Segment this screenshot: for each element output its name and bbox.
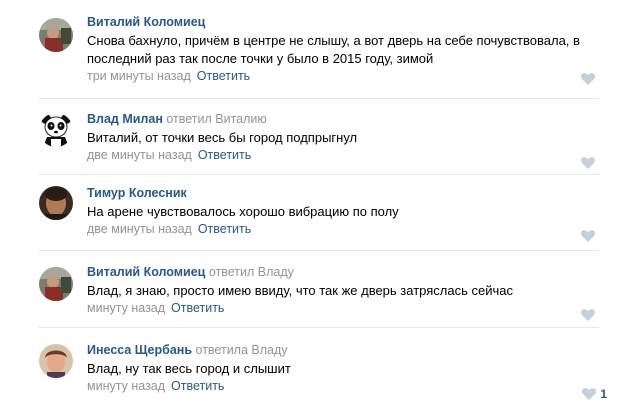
comment-item: Виталий Коломиец Снова бахнуло, причём в… — [39, 0, 599, 99]
comment-header: Виталий Коломиец — [87, 14, 587, 31]
comment-timestamp[interactable]: две минуты назад — [87, 148, 192, 162]
reply-link[interactable]: Ответить — [198, 222, 251, 236]
comment-text: Снова бахнуло, причём в центре не слышу,… — [87, 33, 580, 66]
heart-icon — [581, 230, 595, 242]
comment-text: Влад, я знаю, просто имею ввиду, что так… — [87, 283, 513, 298]
like-button[interactable] — [581, 157, 599, 169]
reply-to-label[interactable]: ответил Владу — [209, 265, 294, 279]
avatar[interactable] — [39, 186, 73, 220]
reply-link[interactable]: Ответить — [197, 69, 250, 83]
author-name[interactable]: Тимур Колесник — [87, 186, 187, 200]
author-name[interactable]: Виталий Коломиец — [87, 15, 205, 29]
comment-timestamp[interactable]: три минуты назад — [87, 69, 191, 83]
avatar[interactable] — [39, 344, 73, 378]
comment-header: Инесса Щербань ответила Владу — [87, 342, 587, 359]
author-name[interactable]: Виталий Коломиец — [87, 265, 205, 279]
avatar[interactable] — [39, 267, 73, 301]
avatar[interactable] — [39, 113, 73, 147]
comment-text: На арене чувствовалось хорошо вибрацию п… — [87, 204, 399, 219]
reply-link[interactable]: Ответить — [171, 379, 224, 393]
heart-icon — [581, 157, 595, 169]
like-count: 1 — [600, 387, 607, 401]
author-name[interactable]: Влад Милан — [87, 112, 163, 126]
author-name[interactable]: Инесса Щербань — [87, 343, 192, 357]
reply-link[interactable]: Ответить — [198, 148, 251, 162]
like-button[interactable] — [581, 230, 599, 242]
comment-header: Виталий Коломиец ответил Владу — [87, 264, 587, 281]
like-button[interactable]: 1 — [582, 387, 607, 401]
comment-thread: Виталий Коломиец Снова бахнуло, причём в… — [0, 0, 640, 415]
comment-item: Инесса Щербань ответила Владу Влад, ну т… — [39, 328, 607, 408]
comment-meta: минуту назад Ответить — [87, 300, 587, 317]
reply-to-label[interactable]: ответил Виталию — [166, 112, 266, 126]
avatar[interactable] — [39, 18, 73, 52]
like-button[interactable] — [581, 309, 599, 321]
reply-to-label[interactable]: ответила Владу — [196, 343, 288, 357]
comment-item: Влад Милан ответил Виталию Виталий, от т… — [39, 99, 599, 175]
comment-meta: две минуты назад Ответить — [87, 221, 587, 238]
heart-icon — [582, 388, 597, 400]
comment-header: Влад Милан ответил Виталию — [87, 111, 587, 128]
reply-link[interactable]: Ответить — [171, 301, 224, 315]
comment-timestamp[interactable]: минуту назад — [87, 301, 165, 315]
comment-timestamp[interactable]: две минуты назад — [87, 222, 192, 236]
comment-item: Виталий Коломиец ответил Владу Влад, я з… — [39, 251, 599, 328]
heart-icon — [581, 309, 595, 321]
like-button[interactable] — [581, 73, 599, 85]
comment-meta: минуту назад Ответить — [87, 378, 587, 395]
comment-timestamp[interactable]: минуту назад — [87, 379, 165, 393]
comment-item: Тимур Колесник На арене чувствовалось хо… — [39, 175, 599, 251]
comment-meta: три минуты назад Ответить — [87, 68, 587, 85]
heart-icon — [581, 73, 595, 85]
comment-header: Тимур Колесник — [87, 185, 587, 202]
comment-text: Влад, ну так весь город и слышит — [87, 361, 291, 376]
panda-avatar-icon — [39, 113, 73, 147]
comment-meta: две минуты назад Ответить — [87, 147, 587, 164]
comment-text: Виталий, от точки весь бы город подпрыгн… — [87, 130, 358, 145]
